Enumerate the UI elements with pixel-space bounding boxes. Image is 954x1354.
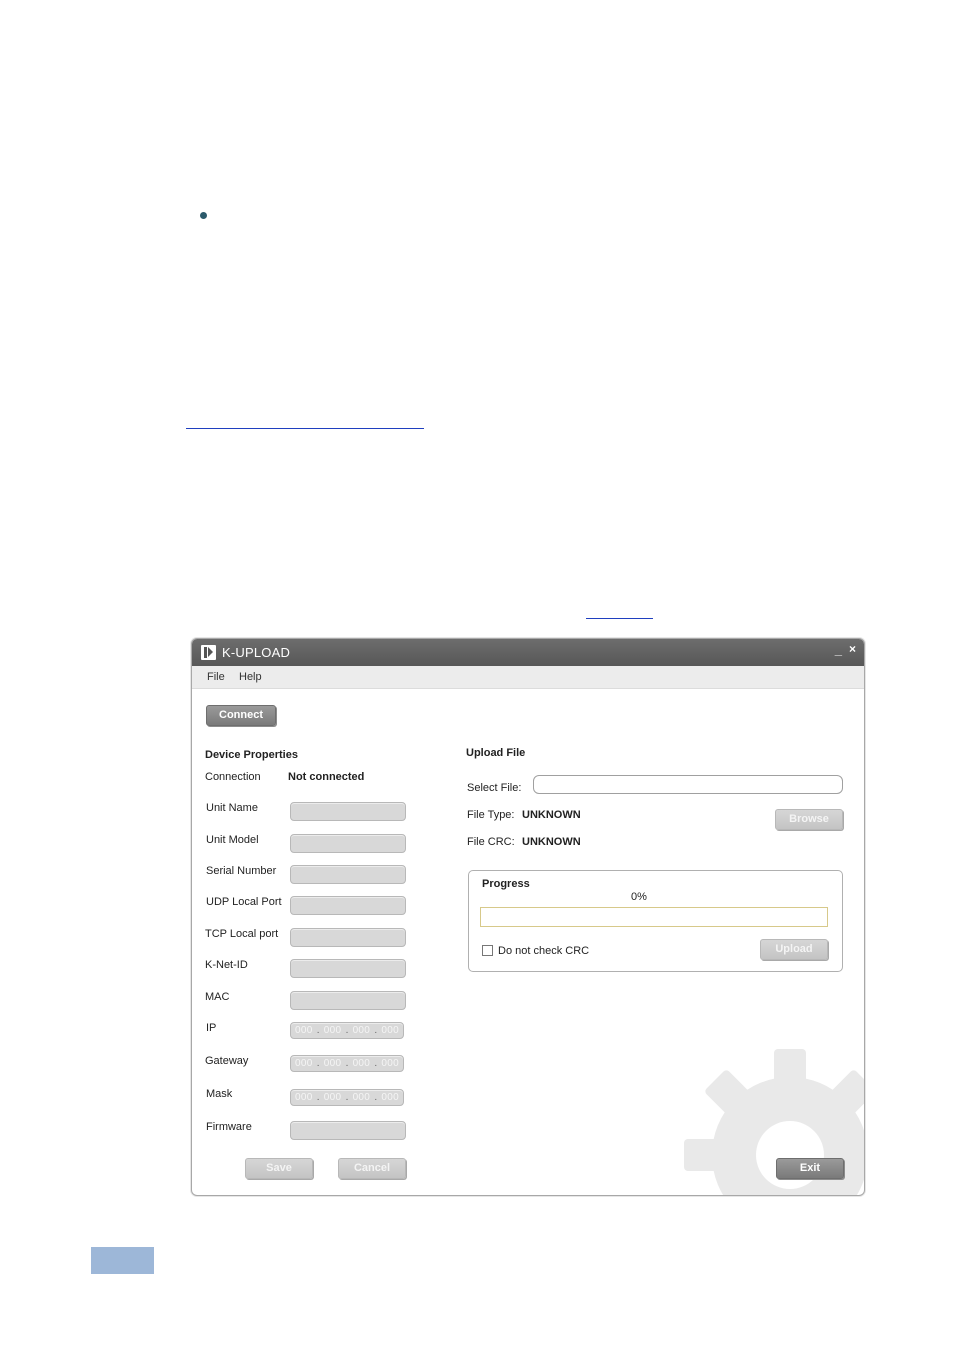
ip-field: 000. 000. 000. 000 (290, 1022, 404, 1039)
upload-file-heading: Upload File (466, 747, 526, 759)
title-bar[interactable]: K-UPLOAD _ × (192, 639, 864, 666)
mask-octet-1: 000 (295, 1092, 313, 1103)
mask-field: 000. 000. 000. 000 (290, 1089, 404, 1106)
unit-model-label: Unit Model (206, 834, 259, 846)
connection-label: Connection (205, 771, 261, 783)
window-title: K-UPLOAD (222, 645, 291, 660)
ip-octet-1: 000 (295, 1025, 313, 1036)
firmware-field (290, 1121, 406, 1140)
k-net-id-label: K-Net-ID (205, 959, 248, 971)
do-not-check-crc-label[interactable]: Do not check CRC (498, 945, 589, 957)
connection-status: Not connected (288, 771, 365, 783)
minimize-icon[interactable]: _ (835, 642, 842, 657)
tcp-local-port-field (290, 928, 406, 947)
mask-octet-3: 000 (352, 1092, 371, 1103)
do-not-check-crc-checkbox[interactable] (482, 945, 493, 956)
close-icon[interactable]: × (849, 642, 856, 656)
cancel-button[interactable]: Cancel (338, 1158, 406, 1179)
file-type-value: UNKNOWN (522, 809, 581, 821)
select-file-input[interactable] (533, 775, 843, 794)
progress-heading: Progress (482, 878, 530, 890)
ip-octet-3: 000 (352, 1025, 371, 1036)
mac-field (290, 991, 406, 1010)
menu-bar: File Help (192, 666, 864, 689)
kramer-logo-icon (201, 645, 216, 660)
progress-bar (480, 907, 828, 927)
hyperlink-underline[interactable] (186, 428, 424, 429)
exit-button[interactable]: Exit (776, 1158, 844, 1179)
gateway-label: Gateway (205, 1055, 249, 1067)
mask-octet-2: 000 (323, 1092, 342, 1103)
ip-octet-2: 000 (323, 1025, 342, 1036)
file-crc-value: UNKNOWN (522, 836, 581, 848)
udp-local-port-label: UDP Local Port (206, 896, 282, 908)
gateway-field: 000. 000. 000. 000 (290, 1055, 404, 1072)
k-upload-window: K-UPLOAD _ × File Help Connect Device Pr… (191, 638, 865, 1196)
save-button[interactable]: Save (245, 1158, 313, 1179)
bullet-icon (200, 212, 207, 219)
unit-model-field (290, 834, 406, 853)
unit-name-field (290, 802, 406, 821)
file-crc-label: File CRC: (467, 836, 515, 848)
gateway-octet-1: 000 (295, 1058, 313, 1069)
mask-label: Mask (206, 1088, 233, 1100)
file-type-label: File Type: (467, 809, 515, 821)
serial-number-label: Serial Number (206, 865, 277, 877)
upload-button[interactable]: Upload (760, 939, 828, 960)
unit-name-label: Unit Name (206, 802, 258, 814)
connect-button[interactable]: Connect (206, 705, 276, 726)
menu-file[interactable]: File (207, 671, 225, 683)
ip-octet-4: 000 (381, 1025, 399, 1036)
page-number-tab (91, 1247, 154, 1274)
ip-label: IP (206, 1022, 217, 1034)
gateway-octet-3: 000 (352, 1058, 371, 1069)
gateway-octet-4: 000 (381, 1058, 399, 1069)
figure-link-underline[interactable] (586, 618, 653, 619)
serial-number-field (290, 865, 406, 884)
gateway-octet-2: 000 (323, 1058, 342, 1069)
browse-button[interactable]: Browse (775, 809, 843, 830)
menu-help[interactable]: Help (239, 671, 262, 683)
firmware-label: Firmware (206, 1121, 252, 1133)
progress-percent: 0% (631, 891, 647, 903)
udp-local-port-field (290, 896, 406, 915)
tcp-local-port-label: TCP Local port (205, 928, 279, 940)
k-net-id-field (290, 959, 406, 978)
mask-octet-4: 000 (381, 1092, 399, 1103)
device-properties-heading: Device Properties (205, 749, 298, 761)
select-file-label: Select File: (467, 782, 522, 794)
progress-group: Progress 0% Do not check CRC Upload (468, 870, 843, 972)
mac-label: MAC (205, 991, 230, 1003)
